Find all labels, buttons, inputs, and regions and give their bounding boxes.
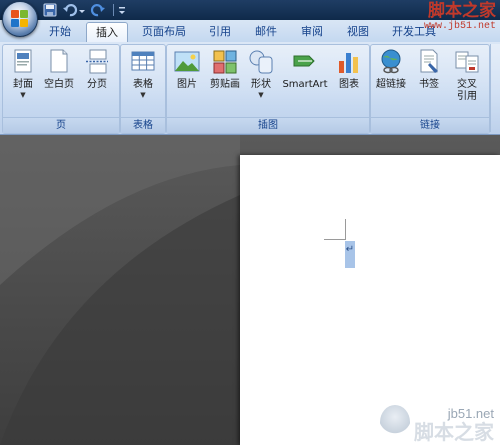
shapes-button[interactable]: 形状 ▼ [241, 49, 281, 100]
cross-reference-button[interactable]: 交叉 引用 [447, 49, 487, 103]
undo-icon[interactable] [62, 2, 78, 18]
group-pages: 封面 ▼ 空白页 分页 页 [2, 44, 120, 134]
group-label-tables: 表格 [121, 117, 165, 133]
margin-corner-mark-vertical [345, 219, 346, 240]
office-logo-icon [11, 10, 29, 28]
tab-home[interactable]: 开始 [40, 22, 80, 42]
clip-art-icon [212, 49, 238, 75]
chevron-down-icon: ▼ [258, 91, 264, 99]
group-links: 超链接 书签 交叉 引用 链接 [370, 44, 490, 134]
picture-button[interactable]: 图片 [167, 49, 207, 91]
page-break-button[interactable]: 分页 [77, 49, 117, 91]
chart-label: 图表 [339, 79, 359, 90]
document-workspace: ↵ [0, 135, 500, 445]
hyperlink-icon [378, 49, 404, 75]
cross-reference-icon [454, 49, 480, 75]
save-icon[interactable] [42, 2, 58, 18]
ribbon: 封面 ▼ 空白页 分页 页 表格 ▼ 表格 图片 剪贴画 形状 ▼ SmartA… [0, 42, 500, 135]
tab-insert[interactable]: 插入 [86, 22, 128, 43]
cover-page-button[interactable]: 封面 ▼ [3, 49, 43, 100]
picture-label: 图片 [177, 79, 197, 90]
shapes-label: 形状 [251, 79, 271, 90]
redo-icon[interactable] [90, 2, 106, 18]
hyperlink-label: 超链接 [376, 79, 406, 90]
chevron-down-icon: ▼ [140, 91, 146, 99]
table-button[interactable]: 表格 ▼ [123, 49, 163, 100]
group-tables: 表格 ▼ 表格 [120, 44, 166, 134]
cover-page-label: 封面 [13, 79, 33, 90]
watermark-logo [380, 405, 410, 439]
cover-page-icon [10, 49, 36, 75]
blank-page-icon [46, 49, 72, 75]
page-break-icon [84, 49, 110, 75]
hyperlink-button[interactable]: 超链接 [371, 49, 411, 91]
watermark-bottom-title: 脚本之家 [414, 420, 494, 444]
paragraph-mark[interactable]: ↵ [345, 241, 355, 268]
picture-icon [174, 49, 200, 75]
cross-reference-label-line2: 引用 [457, 91, 477, 102]
bookmark-icon [416, 49, 442, 75]
blank-page-button[interactable]: 空白页 [39, 49, 79, 91]
group-label-pages: 页 [3, 117, 119, 133]
chevron-down-icon: ▼ [20, 91, 26, 99]
tab-page-layout[interactable]: 页面布局 [134, 22, 194, 42]
tab-review[interactable]: 审阅 [292, 22, 332, 42]
smartart-icon [292, 49, 318, 75]
watermark-top: 脚本之家 www.jb51.net [423, 1, 496, 33]
bookmark-label: 书签 [419, 79, 439, 90]
watermark-top-title: 脚本之家 [428, 1, 496, 21]
group-label-links: 链接 [371, 117, 489, 133]
table-label: 表格 [133, 79, 153, 90]
tab-mailings[interactable]: 邮件 [246, 22, 286, 42]
watermark-top-url: www.jb51.net [423, 21, 496, 32]
watermark-bottom-url: jb51.net [447, 406, 494, 421]
chart-button[interactable]: 图表 [329, 49, 369, 91]
page-break-label: 分页 [87, 79, 107, 90]
clip-art-label: 剪贴画 [210, 79, 240, 90]
office-button[interactable] [2, 1, 38, 37]
tab-references[interactable]: 引用 [200, 22, 240, 42]
group-illustrations: 图片 剪贴画 形状 ▼ SmartArt 图表 插图 [166, 44, 370, 134]
tab-view[interactable]: 视图 [338, 22, 378, 42]
bookmark-button[interactable]: 书签 [409, 49, 449, 91]
clip-art-button[interactable]: 剪贴画 [205, 49, 245, 91]
quick-access-separator [113, 4, 114, 16]
chart-icon [336, 49, 362, 75]
undo-dropdown-icon[interactable] [78, 2, 86, 18]
ribbon-next-group-edge [490, 44, 500, 132]
table-icon [130, 49, 156, 75]
margin-corner-mark [324, 239, 346, 240]
group-label-illustrations: 插图 [167, 117, 369, 133]
blank-page-label: 空白页 [44, 79, 74, 90]
document-page[interactable]: ↵ [240, 155, 500, 445]
cross-reference-label-line1: 交叉 [457, 79, 477, 90]
watermark-bottom: jb51.net 脚本之家 [380, 405, 494, 444]
smartart-button[interactable]: SmartArt [281, 49, 329, 91]
customize-dropdown-icon[interactable] [117, 2, 127, 18]
shapes-icon [248, 49, 274, 75]
smartart-label: SmartArt [282, 79, 328, 90]
